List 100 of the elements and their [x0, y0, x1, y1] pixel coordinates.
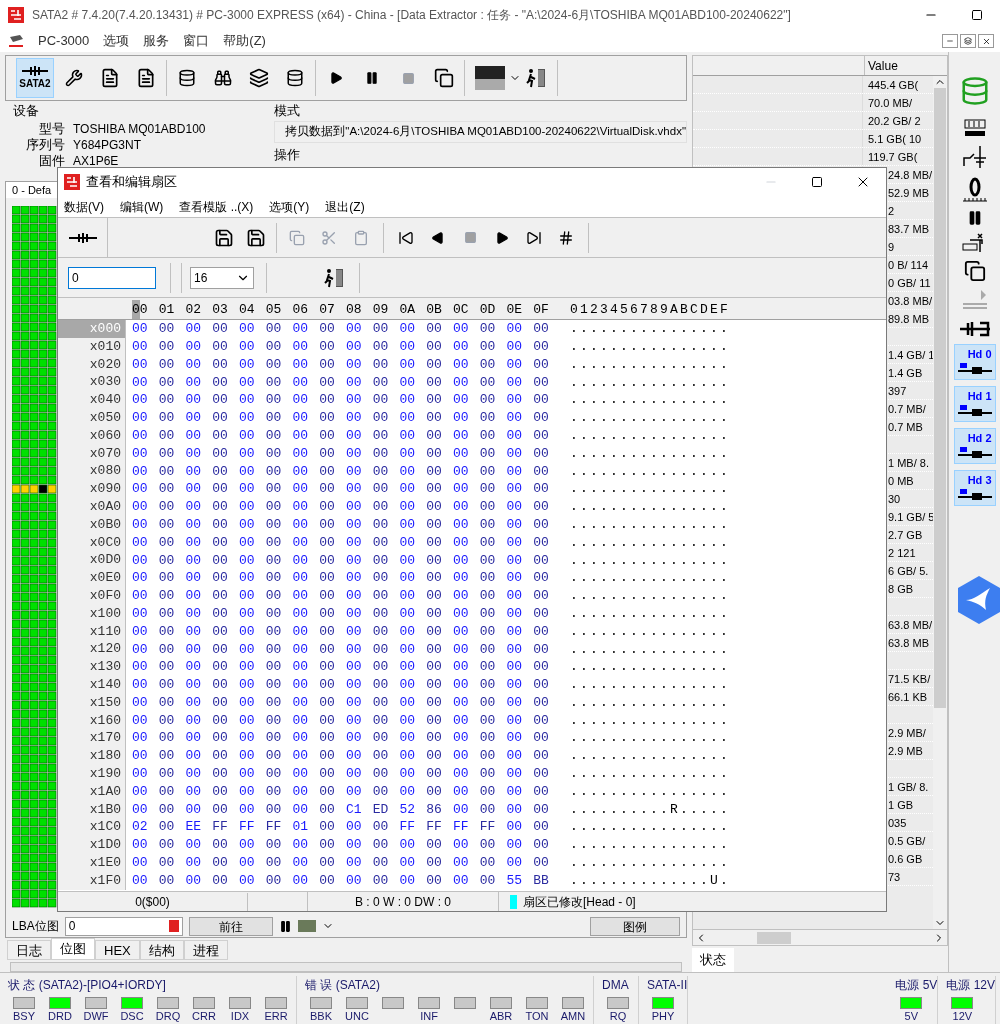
tab[interactable]: HEX — [95, 940, 140, 960]
go-button[interactable]: 前往 — [188, 916, 273, 936]
hash-icon[interactable] — [558, 229, 574, 246]
byte-cell-text: 00 — [239, 676, 256, 695]
sata2-button[interactable]: SATA2 — [16, 58, 54, 98]
byte-cell-text: 00 — [319, 604, 336, 623]
document-tab[interactable]: 0 - Defa — [6, 182, 59, 198]
byte-cell-text: 00 — [399, 320, 417, 339]
restore-button[interactable] — [960, 34, 976, 48]
previous-icon[interactable] — [431, 230, 445, 245]
menu-item[interactable]: 服务 — [143, 31, 170, 51]
hexagon-bird-icon[interactable] — [955, 574, 1000, 626]
tab[interactable]: 结构 — [139, 940, 184, 960]
offset-cell: x1C0 — [58, 818, 126, 837]
byte-cell-text: 00 — [265, 355, 283, 374]
byte-cell-text: 00 — [158, 711, 176, 730]
save-icon[interactable] — [246, 227, 266, 248]
status-tab[interactable]: 状态 — [692, 948, 734, 972]
byte-cell-text: 55 — [506, 871, 524, 890]
byte-cell-text: 86 — [426, 800, 443, 819]
byte-cell-text: 00 — [185, 569, 203, 588]
address-field[interactable]: 0 — [68, 266, 156, 289]
byte-cell-text: 00 — [319, 373, 336, 392]
menu-item[interactable]: 退出(Z) — [325, 197, 365, 216]
byte-cell-text: 00 — [506, 391, 524, 410]
tab[interactable]: 日志 — [7, 940, 51, 960]
byte-cell-text: 00 — [319, 551, 336, 570]
scrollbar-thumb[interactable] — [934, 88, 946, 708]
byte-cell-text: 00 — [185, 409, 203, 428]
menu-item[interactable]: 查看模版 ..(X) — [179, 197, 254, 216]
byte-cell-text: 00 — [453, 854, 470, 873]
byte-cell-text: 00 — [265, 569, 283, 588]
save-icon[interactable] — [214, 227, 234, 248]
document-icon[interactable] — [100, 68, 120, 88]
cylinder-icon[interactable] — [286, 69, 304, 87]
pause-icon[interactable] — [278, 919, 292, 933]
head-button[interactable]: Hd 2 — [953, 428, 996, 464]
scrollbar-thumb[interactable] — [757, 931, 791, 944]
byte-cell-text: 00 — [239, 622, 256, 641]
pause-icon[interactable] — [365, 71, 379, 85]
minimize-button[interactable] — [942, 34, 958, 48]
thumbnail-picture[interactable] — [297, 920, 316, 932]
byte-cell-text: 00 — [533, 587, 550, 606]
byte-cell-text: 00 — [265, 765, 283, 784]
menu-item[interactable]: 选项(Y) — [269, 197, 310, 216]
byte-cell-text: 00 — [399, 782, 417, 801]
byte-cell-text: 00 — [265, 480, 283, 499]
byte-cell-text: 00 — [292, 782, 310, 801]
byte-cell-text: 00 — [132, 409, 149, 428]
document-icon[interactable] — [136, 68, 156, 88]
menu-item[interactable]: 数据(V) — [64, 197, 104, 216]
value-cell-text: 0.7 MB/ — [887, 402, 926, 417]
legend-button[interactable]: 图例 — [590, 916, 680, 936]
byte-cell-text: 00 — [292, 409, 310, 428]
byte-cell-text: 00 — [158, 426, 176, 445]
zero-icon[interactable] — [960, 176, 989, 204]
head-button[interactable]: Hd 3 — [953, 470, 996, 506]
play-icon[interactable] — [329, 71, 343, 85]
value-cell-text: 0 MB — [887, 474, 914, 489]
byte-cell-text: 00 — [158, 533, 176, 552]
byte-cell-text: FF — [426, 818, 443, 837]
byte-cell-text: 00 — [158, 854, 176, 873]
tab[interactable]: 位图 — [51, 938, 95, 960]
byte-cell-text: 00 — [265, 658, 283, 677]
close-button[interactable] — [978, 34, 994, 48]
value-cell-text: 2.7 GB — [887, 528, 923, 543]
head-button[interactable]: Hd 1 — [953, 386, 996, 422]
byte-cell-text: 00 — [185, 622, 203, 641]
tab[interactable]: 进程 — [183, 940, 228, 960]
menu-item[interactable]: PC-3000 — [38, 31, 90, 51]
byte-cell-text: 00 — [239, 854, 256, 873]
tools-icon[interactable] — [65, 69, 83, 87]
next-icon[interactable] — [495, 230, 509, 245]
circuit-icon[interactable] — [961, 144, 988, 170]
copy-icon[interactable] — [963, 260, 986, 282]
lba-label: LBA位图 — [12, 918, 59, 935]
byte-cell-text: 00 — [212, 800, 229, 819]
first-icon[interactable] — [398, 229, 414, 246]
thumbnail-picture[interactable] — [475, 66, 505, 90]
menu-item[interactable]: 编辑(W) — [120, 197, 164, 216]
byte-cell-text: 00 — [346, 658, 363, 677]
field-value: Y684PG3NT — [73, 136, 142, 154]
byte-cell-text: 00 — [426, 604, 443, 623]
menu-item[interactable]: 窗口 — [183, 31, 210, 51]
ascii-cell-text: ................ — [570, 569, 731, 588]
byte-cell-text: 00 — [479, 658, 497, 677]
byte-cell-text: 00 — [185, 587, 203, 606]
byte-cell-text: 00 — [479, 640, 497, 659]
binoculars-icon[interactable] — [214, 69, 232, 87]
byte-cell-text: 00 — [372, 676, 390, 695]
stack-icon[interactable] — [249, 68, 269, 88]
byte-cell-text: 00 — [292, 515, 310, 534]
lba-field[interactable]: 0 — [64, 916, 183, 936]
windows-icon[interactable] — [434, 68, 454, 88]
menu-item[interactable]: 帮助(Z) — [223, 31, 266, 51]
last-icon[interactable] — [526, 229, 542, 246]
head-button[interactable]: Hd 0 — [953, 344, 996, 380]
row-width-dropdown[interactable]: 16 — [190, 266, 254, 289]
byte-cell-text: 00 — [372, 640, 390, 659]
menu-item[interactable]: 选项 — [103, 31, 130, 51]
